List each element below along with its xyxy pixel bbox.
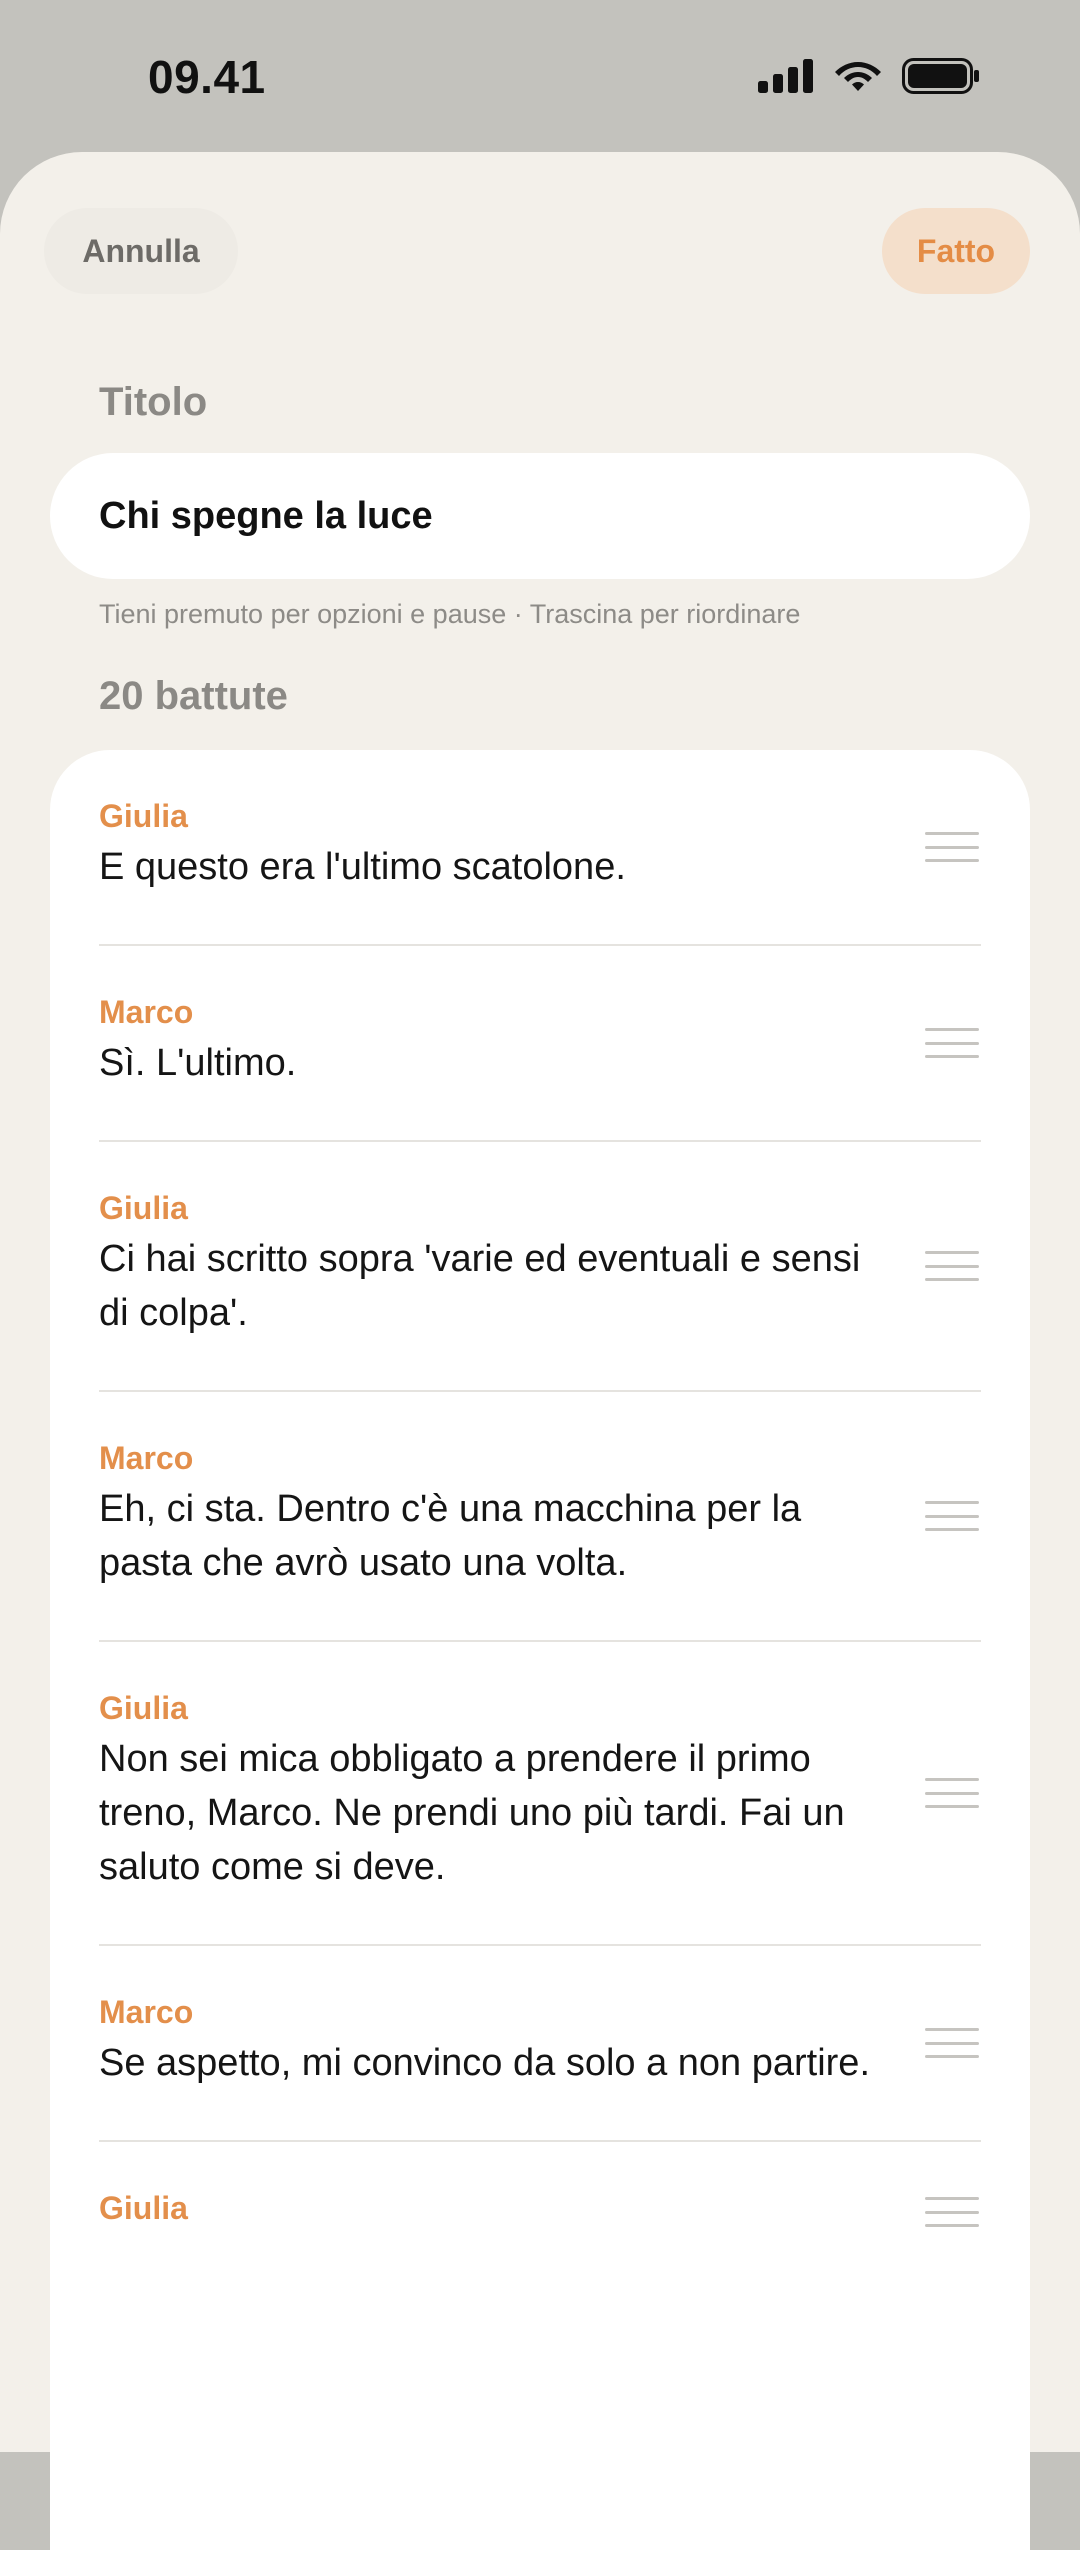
lines-list: Giulia E questo era l'ultimo scatolone. … [50, 750, 1030, 2550]
signal-icon [758, 59, 813, 93]
done-button[interactable]: Fatto [882, 208, 1030, 294]
list-item[interactable]: Marco Se aspetto, mi convinco da solo a … [99, 1946, 981, 2142]
status-bar: 09.41 [0, 0, 1080, 150]
drag-handle-icon[interactable] [925, 832, 979, 862]
cancel-button[interactable]: Annulla [44, 208, 238, 294]
drag-handle-icon[interactable] [925, 1251, 979, 1281]
line-text: Non sei mica obbligato a prendere il pri… [99, 1738, 845, 1888]
status-icons [758, 58, 980, 94]
line-text: Ci hai scritto sopra 'varie ed eventuali… [99, 1238, 861, 1334]
title-label: Titolo [99, 380, 208, 424]
speaker-name: Giulia [99, 2190, 188, 2226]
list-item[interactable]: Marco Eh, ci sta. Dentro c'è una macchin… [99, 1392, 981, 1642]
list-item[interactable]: Giulia Non sei mica obbligato a prendere… [99, 1642, 981, 1946]
hint-text: Tieni premuto per opzioni e pause · Tras… [99, 599, 801, 629]
edit-sheet: Annulla Fatto Titolo Tieni premuto per o… [0, 152, 1080, 2550]
drag-handle-icon[interactable] [925, 1028, 979, 1058]
line-text: Sì. L'ultimo. [99, 1042, 297, 1084]
speaker-name: Giulia [99, 1190, 188, 1226]
wifi-icon [835, 62, 881, 91]
line-text: Eh, ci sta. Dentro c'è una macchina per … [99, 1488, 802, 1584]
drag-handle-icon[interactable] [925, 1501, 979, 1531]
speaker-name: Marco [99, 1440, 194, 1476]
drag-handle-icon[interactable] [925, 2197, 979, 2227]
drag-handle-icon[interactable] [925, 2028, 979, 2058]
speaker-name: Marco [99, 994, 194, 1030]
list-item[interactable]: Giulia E questo era l'ultimo scatolone. [99, 750, 981, 946]
list-item[interactable]: Giulia [99, 2142, 981, 2282]
list-item[interactable]: Marco Sì. L'ultimo. [99, 946, 981, 1142]
line-count-label: 20 battute [99, 674, 288, 718]
battery-icon [902, 58, 979, 94]
speaker-name: Giulia [99, 798, 188, 834]
line-text: E questo era l'ultimo scatolone. [99, 846, 626, 888]
title-input[interactable] [50, 453, 1030, 579]
speaker-name: Giulia [99, 1690, 188, 1726]
list-item[interactable]: Giulia Ci hai scritto sopra 'varie ed ev… [99, 1142, 981, 1392]
status-time: 09.41 [148, 51, 266, 103]
line-text: Se aspetto, mi convinco da solo a non pa… [99, 2042, 871, 2084]
speaker-name: Marco [99, 1994, 194, 2030]
drag-handle-icon[interactable] [925, 1778, 979, 1808]
